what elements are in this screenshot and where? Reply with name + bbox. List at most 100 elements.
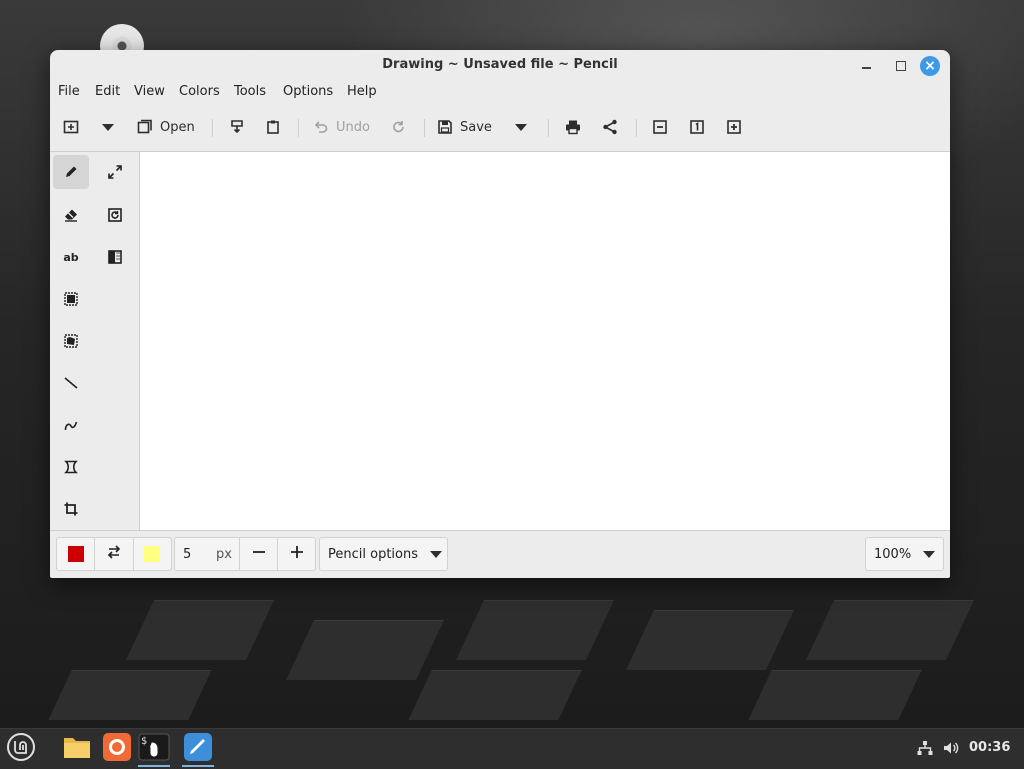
window-title: Drawing ~ Unsaved file ~ Pencil (382, 57, 618, 72)
tool-size-input[interactable]: 5 (175, 547, 216, 562)
tools-panel: ab (50, 152, 138, 530)
printer-icon (564, 118, 582, 136)
chevron-down-icon (430, 550, 442, 558)
wallpaper-tile (126, 600, 274, 660)
zoom-out-icon (651, 118, 669, 136)
close-icon: × (924, 58, 936, 74)
menu-colors[interactable]: Colors (179, 84, 220, 99)
save-label: Save (460, 119, 492, 135)
tool-line[interactable] (53, 366, 89, 400)
mint-menu-icon (6, 732, 36, 766)
menu-options[interactable]: Options (283, 84, 333, 99)
terminal-icon: $ (138, 732, 170, 766)
tool-options-dropdown[interactable]: Pencil options (319, 537, 448, 571)
toolbar-separator (298, 119, 299, 137)
secondary-color-button[interactable] (134, 538, 171, 570)
crop-icon (63, 501, 79, 517)
eraser-icon (63, 207, 79, 223)
undo-icon (312, 118, 330, 136)
save-icon (436, 118, 454, 136)
firefox-launcher[interactable] (99, 731, 135, 767)
tool-options-label: Pencil options (328, 546, 418, 562)
size-decrease-button[interactable] (239, 538, 279, 570)
terminal-launcher[interactable]: $ (136, 731, 172, 767)
drawing-app-icon (183, 732, 213, 766)
zoom-original-button[interactable] (688, 110, 706, 144)
close-button[interactable]: × (920, 56, 940, 76)
color-controls (56, 537, 172, 571)
swap-arrows-icon (106, 544, 122, 564)
tool-filters[interactable] (97, 240, 133, 274)
free-selection-icon (63, 333, 79, 349)
plus-icon (290, 545, 304, 563)
tool-rotate[interactable] (97, 198, 133, 232)
zoom-level: 100% (874, 546, 912, 562)
open-icon (136, 118, 154, 136)
tool-scale[interactable] (97, 155, 133, 189)
tool-size-unit: px (215, 546, 232, 562)
zoom-out-button[interactable] (651, 110, 669, 144)
filters-icon (107, 249, 123, 265)
zoom-dropdown[interactable]: 100% (865, 537, 944, 571)
print-button[interactable] (564, 110, 582, 144)
paste-button[interactable] (264, 110, 282, 144)
new-options-dropdown[interactable] (102, 110, 114, 144)
tool-eraser[interactable] (53, 198, 89, 232)
wallpaper-tile (286, 620, 444, 680)
menu-help[interactable]: Help (347, 84, 377, 99)
minus-icon (252, 545, 266, 563)
tool-shape[interactable] (53, 450, 89, 484)
tool-pencil[interactable] (53, 155, 89, 189)
size-increase-button[interactable] (278, 538, 315, 570)
options-bar: 5 px Pencil options 100% (50, 531, 950, 578)
maximize-icon (896, 61, 906, 71)
main-color-button[interactable] (57, 538, 96, 570)
clock[interactable]: 00:36 (969, 740, 1010, 755)
tool-text[interactable]: ab (53, 240, 89, 274)
menu-edit[interactable]: Edit (95, 84, 120, 99)
drawing-canvas[interactable] (139, 152, 950, 530)
main-color-swatch (67, 546, 84, 562)
menu-view[interactable]: View (134, 84, 165, 99)
maximize-button[interactable] (891, 56, 911, 76)
firefox-icon (102, 732, 132, 766)
curve-icon (63, 417, 79, 433)
import-button[interactable] (228, 110, 246, 144)
minimize-button[interactable] (856, 56, 876, 76)
save-options-dropdown[interactable] (515, 110, 527, 144)
secondary-color-swatch (144, 546, 161, 562)
rotate-icon (107, 207, 123, 223)
volume-icon[interactable] (942, 739, 960, 761)
title-bar[interactable]: Drawing ~ Unsaved file ~ Pencil × (50, 50, 950, 80)
open-button[interactable]: Open (136, 110, 195, 144)
drawing-app-launcher[interactable] (180, 731, 216, 767)
share-button[interactable] (601, 110, 619, 144)
tool-rectangle-selection[interactable] (53, 282, 89, 316)
network-icon[interactable] (916, 739, 934, 761)
exchange-colors-button[interactable] (95, 538, 134, 570)
shape-icon (63, 459, 79, 475)
svg-text:$: $ (141, 736, 147, 747)
menu-tools[interactable]: Tools (234, 84, 266, 99)
tool-free-selection[interactable] (53, 324, 89, 358)
menu-file[interactable]: File (58, 84, 80, 99)
tool-size-control: 5 px (174, 537, 316, 571)
tool-curve[interactable] (53, 408, 89, 442)
save-button[interactable]: Save (436, 110, 492, 144)
zoom-original-icon (688, 118, 706, 136)
new-image-button[interactable] (62, 110, 80, 144)
pencil-icon (63, 164, 79, 180)
files-launcher[interactable] (59, 731, 95, 767)
tool-crop[interactable] (53, 492, 89, 526)
redo-button[interactable] (390, 110, 408, 144)
toolbar-separator (424, 119, 425, 137)
undo-button[interactable]: Undo (312, 110, 370, 144)
wallpaper-tile (626, 610, 794, 670)
wallpaper-tile (806, 600, 974, 660)
redo-icon (390, 118, 408, 136)
mint-menu-button[interactable] (3, 731, 39, 767)
text-ab-icon: ab (63, 250, 79, 264)
minimize-icon (861, 67, 871, 69)
zoom-in-button[interactable] (725, 110, 743, 144)
rectangle-selection-icon (63, 291, 79, 307)
